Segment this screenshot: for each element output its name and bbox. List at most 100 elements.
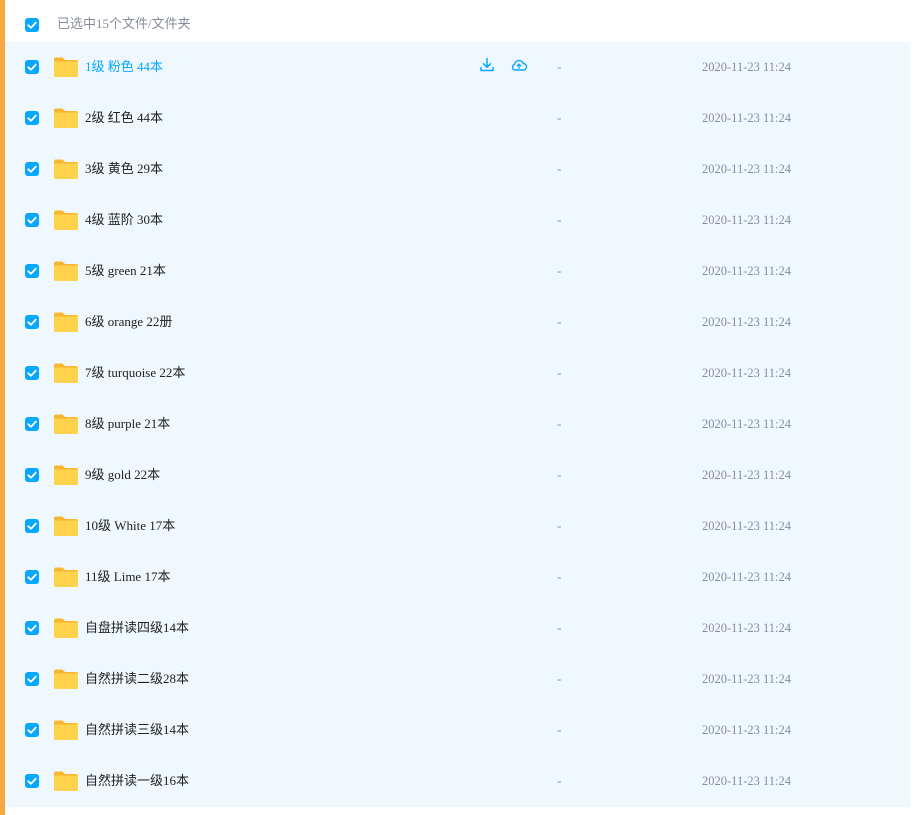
file-row[interactable]: 10级 White 17本 - 2020-11-23 11:24 <box>5 501 910 552</box>
checkmark-icon <box>27 471 37 479</box>
file-row[interactable]: 7级 turquoise 22本 - 2020-11-23 11:24 <box>5 348 910 399</box>
selection-header: 已选中15个文件/文件夹 <box>5 0 910 42</box>
file-name[interactable]: 11级 Lime 17本 <box>85 569 170 585</box>
folder-icon-wrap <box>53 158 79 180</box>
folder-icon <box>54 516 78 536</box>
file-size: - <box>557 263 562 278</box>
row-checkbox[interactable] <box>25 519 39 533</box>
file-name[interactable]: 10级 White 17本 <box>85 518 175 534</box>
checkmark-icon <box>27 522 37 530</box>
row-checkbox[interactable] <box>25 417 39 431</box>
file-date: 2020-11-23 11:24 <box>702 315 791 329</box>
file-row[interactable]: 自然拼读二级28本 - 2020-11-23 11:24 <box>5 654 910 705</box>
selection-count-label: 已选中15个文件/文件夹 <box>57 16 191 31</box>
file-name[interactable]: 3级 黄色 29本 <box>85 161 163 177</box>
folder-icon-wrap <box>53 668 79 690</box>
file-row[interactable]: 6级 orange 22册 - 2020-11-23 11:24 <box>5 297 910 348</box>
folder-icon <box>54 618 78 638</box>
select-all-checkbox[interactable] <box>25 18 39 32</box>
file-size: - <box>557 620 562 635</box>
folder-icon <box>54 108 78 128</box>
download-icon[interactable] <box>478 56 496 74</box>
folder-icon-wrap <box>53 107 79 129</box>
row-checkbox[interactable] <box>25 672 39 686</box>
folder-icon-wrap <box>53 209 79 231</box>
checkmark-icon <box>27 624 37 632</box>
row-checkbox[interactable] <box>25 774 39 788</box>
file-size: - <box>557 212 562 227</box>
file-name[interactable]: 8级 purple 21本 <box>85 416 170 432</box>
file-row[interactable]: 9级 gold 22本 - 2020-11-23 11:24 <box>5 450 910 501</box>
file-size: - <box>557 671 562 686</box>
file-name[interactable]: 1级 粉色 44本 <box>85 59 163 75</box>
file-name[interactable]: 9级 gold 22本 <box>85 467 160 483</box>
checkmark-icon <box>27 573 37 581</box>
folder-icon <box>54 312 78 332</box>
file-date: 2020-11-23 11:24 <box>702 417 791 431</box>
file-name[interactable]: 6级 orange 22册 <box>85 314 172 330</box>
checkmark-icon <box>27 63 37 71</box>
folder-icon <box>54 720 78 740</box>
cloud-upload-icon[interactable] <box>510 56 528 74</box>
folder-icon <box>54 57 78 77</box>
file-name[interactable]: 自然拼读三级14本 <box>85 722 189 738</box>
folder-icon-wrap <box>53 413 79 435</box>
folder-icon <box>54 669 78 689</box>
folder-icon-wrap <box>53 770 79 792</box>
file-size: - <box>557 59 562 74</box>
file-date: 2020-11-23 11:24 <box>702 570 791 584</box>
checkmark-icon <box>27 267 37 275</box>
folder-icon-wrap <box>53 617 79 639</box>
folder-icon <box>54 414 78 434</box>
file-row[interactable]: 2级 红色 44本 - 2020-11-23 11:24 <box>5 93 910 144</box>
checkmark-icon <box>27 777 37 785</box>
file-date: 2020-11-23 11:24 <box>702 111 791 125</box>
row-checkbox[interactable] <box>25 162 39 176</box>
file-name[interactable]: 5级 green 21本 <box>85 263 166 279</box>
checkmark-icon <box>27 114 37 122</box>
row-checkbox[interactable] <box>25 723 39 737</box>
file-name[interactable]: 4级 蓝阶 30本 <box>85 212 163 228</box>
file-size: - <box>557 416 562 431</box>
file-size: - <box>557 773 562 788</box>
file-row[interactable]: 8级 purple 21本 - 2020-11-23 11:24 <box>5 399 910 450</box>
folder-icon-wrap <box>53 311 79 333</box>
folder-icon <box>54 261 78 281</box>
row-checkbox[interactable] <box>25 60 39 74</box>
row-checkbox[interactable] <box>25 315 39 329</box>
file-name[interactable]: 7级 turquoise 22本 <box>85 365 185 381</box>
file-name[interactable]: 自然拼读二级28本 <box>85 671 189 687</box>
folder-icon <box>54 771 78 791</box>
file-row[interactable]: 自然拼读一级16本 - 2020-11-23 11:24 <box>5 756 910 807</box>
file-size: - <box>557 314 562 329</box>
file-name[interactable]: 自盘拼读四级14本 <box>85 620 189 636</box>
checkmark-icon <box>27 21 37 29</box>
row-checkbox[interactable] <box>25 468 39 482</box>
file-list: 1级 粉色 44本 - 2020-11-23 11:24 2级 红色 44本 - 2020… <box>5 42 910 807</box>
file-name[interactable]: 自然拼读一级16本 <box>85 773 189 789</box>
row-checkbox[interactable] <box>25 264 39 278</box>
folder-icon-wrap <box>53 515 79 537</box>
file-row[interactable]: 4级 蓝阶 30本 - 2020-11-23 11:24 <box>5 195 910 246</box>
file-date: 2020-11-23 11:24 <box>702 723 791 737</box>
checkmark-icon <box>27 675 37 683</box>
row-checkbox[interactable] <box>25 366 39 380</box>
file-date: 2020-11-23 11:24 <box>702 213 791 227</box>
row-checkbox[interactable] <box>25 111 39 125</box>
row-checkbox[interactable] <box>25 213 39 227</box>
folder-icon-wrap <box>53 566 79 588</box>
file-size: - <box>557 110 562 125</box>
file-date: 2020-11-23 11:24 <box>702 60 791 74</box>
file-size: - <box>557 722 562 737</box>
file-date: 2020-11-23 11:24 <box>702 162 791 176</box>
file-row[interactable]: 1级 粉色 44本 - 2020-11-23 11:24 <box>5 42 910 93</box>
file-row[interactable]: 3级 黄色 29本 - 2020-11-23 11:24 <box>5 144 910 195</box>
file-row[interactable]: 自盘拼读四级14本 - 2020-11-23 11:24 <box>5 603 910 654</box>
file-row[interactable]: 自然拼读三级14本 - 2020-11-23 11:24 <box>5 705 910 756</box>
file-row[interactable]: 11级 Lime 17本 - 2020-11-23 11:24 <box>5 552 910 603</box>
row-checkbox[interactable] <box>25 570 39 584</box>
file-name[interactable]: 2级 红色 44本 <box>85 110 163 126</box>
file-row[interactable]: 5级 green 21本 - 2020-11-23 11:24 <box>5 246 910 297</box>
row-checkbox[interactable] <box>25 621 39 635</box>
file-date: 2020-11-23 11:24 <box>702 621 791 635</box>
